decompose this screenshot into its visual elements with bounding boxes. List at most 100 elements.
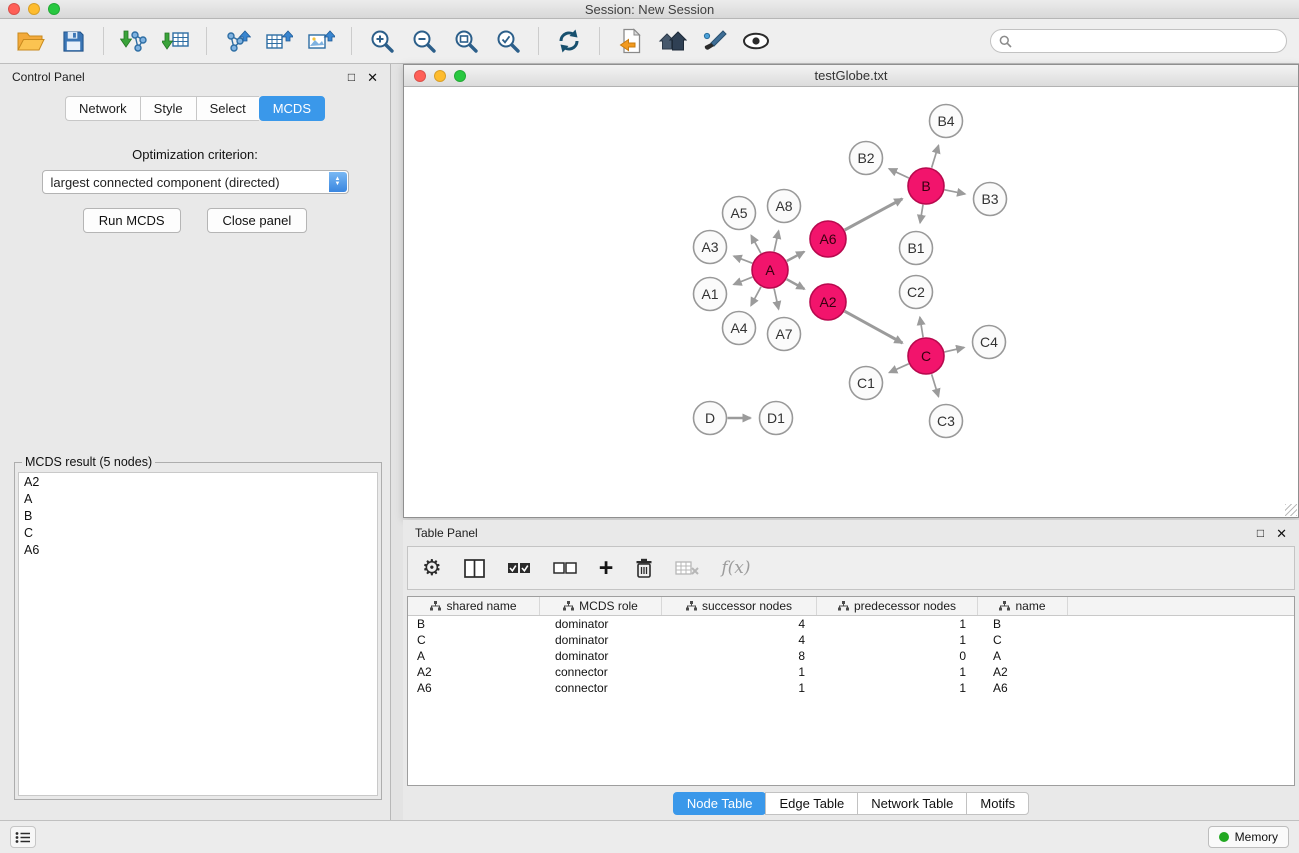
table-cell[interactable]: 4 bbox=[662, 633, 817, 647]
run-mcds-button[interactable]: Run MCDS bbox=[83, 208, 181, 233]
home-button[interactable] bbox=[653, 24, 691, 58]
table-cell[interactable]: connector bbox=[540, 681, 662, 695]
close-window-button[interactable] bbox=[8, 3, 20, 15]
result-item[interactable]: B bbox=[19, 508, 377, 525]
tab-edge-table[interactable]: Edge Table bbox=[765, 792, 858, 815]
zoom-window-button[interactable] bbox=[48, 3, 60, 15]
zoom-network-window-button[interactable] bbox=[454, 70, 466, 82]
table-cell[interactable]: 4 bbox=[662, 617, 817, 631]
criterion-dropdown[interactable]: largest connected component (directed) ▲… bbox=[42, 170, 349, 194]
table-cell[interactable]: dominator bbox=[540, 649, 662, 663]
function-builder-button[interactable]: f(x) bbox=[721, 553, 750, 583]
zoom-fit-button[interactable] bbox=[447, 24, 485, 58]
column-header-MCDS-role[interactable]: MCDS role bbox=[540, 597, 662, 615]
show-columns-button[interactable] bbox=[464, 553, 485, 583]
column-header-predecessor-nodes[interactable]: predecessor nodes bbox=[817, 597, 978, 615]
table-cell[interactable]: 1 bbox=[817, 617, 978, 631]
open-session-file-button[interactable] bbox=[611, 24, 649, 58]
minimize-window-button[interactable] bbox=[28, 3, 40, 15]
save-session-button[interactable] bbox=[54, 24, 92, 58]
graph-edge-A-A3[interactable] bbox=[734, 256, 753, 263]
tab-network-table[interactable]: Network Table bbox=[857, 792, 967, 815]
tab-mcds[interactable]: MCDS bbox=[259, 96, 325, 121]
close-panel-button[interactable]: Close panel bbox=[207, 208, 308, 233]
table-cell[interactable]: A6 bbox=[978, 681, 1068, 695]
table-row[interactable]: Cdominator41C bbox=[408, 632, 1294, 648]
open-file-button[interactable] bbox=[12, 24, 50, 58]
table-cell[interactable]: dominator bbox=[540, 617, 662, 631]
table-cell[interactable]: 1 bbox=[662, 681, 817, 695]
result-item[interactable]: A2 bbox=[19, 474, 377, 491]
table-cell[interactable]: 8 bbox=[662, 649, 817, 663]
result-item[interactable]: A bbox=[19, 491, 377, 508]
zoom-out-button[interactable] bbox=[405, 24, 443, 58]
graph-edge-C-C2[interactable] bbox=[920, 317, 923, 337]
style-preview-button[interactable] bbox=[695, 24, 733, 58]
show-hide-button[interactable] bbox=[737, 24, 775, 58]
graph-edge-A-A5[interactable] bbox=[751, 235, 761, 253]
close-table-panel-icon[interactable]: ✕ bbox=[1276, 527, 1287, 540]
result-item[interactable]: A6 bbox=[19, 542, 377, 559]
graph-edge-A2-C[interactable] bbox=[845, 311, 903, 343]
memory-button[interactable]: Memory bbox=[1208, 826, 1289, 848]
zoom-in-button[interactable] bbox=[363, 24, 401, 58]
minimize-network-window-button[interactable] bbox=[434, 70, 446, 82]
float-table-panel-icon[interactable]: □ bbox=[1257, 527, 1264, 540]
delete-table-button[interactable] bbox=[675, 553, 699, 583]
column-header-successor-nodes[interactable]: successor nodes bbox=[662, 597, 817, 615]
graph-edge-B-B4[interactable] bbox=[932, 145, 939, 167]
table-settings-button[interactable]: ⚙ bbox=[422, 553, 442, 583]
graph-edge-A6-B[interactable] bbox=[845, 199, 903, 230]
graph-edge-C-C3[interactable] bbox=[932, 374, 939, 396]
tab-network[interactable]: Network bbox=[65, 96, 140, 121]
tab-select[interactable]: Select bbox=[196, 96, 259, 121]
table-cell[interactable]: A2 bbox=[408, 665, 540, 679]
table-row[interactable]: A2connector11A2 bbox=[408, 664, 1294, 680]
import-table-button[interactable] bbox=[157, 24, 195, 58]
column-header-name[interactable]: name bbox=[978, 597, 1068, 615]
tab-node-table[interactable]: Node Table bbox=[673, 792, 767, 815]
tab-motifs[interactable]: Motifs bbox=[966, 792, 1029, 815]
table-row[interactable]: A6connector11A6 bbox=[408, 680, 1294, 696]
zoom-selected-button[interactable] bbox=[489, 24, 527, 58]
float-panel-icon[interactable]: □ bbox=[348, 71, 355, 84]
delete-column-button[interactable] bbox=[635, 553, 653, 583]
table-cell[interactable]: A bbox=[978, 649, 1068, 663]
table-cell[interactable]: B bbox=[408, 617, 540, 631]
close-network-window-button[interactable] bbox=[414, 70, 426, 82]
tab-style[interactable]: Style bbox=[140, 96, 196, 121]
table-cell[interactable]: 1 bbox=[817, 665, 978, 679]
graph-edge-A-A4[interactable] bbox=[751, 287, 761, 306]
select-all-columns-button[interactable] bbox=[507, 553, 531, 583]
table-cell[interactable]: C bbox=[978, 633, 1068, 647]
graph-edge-A-A1[interactable] bbox=[734, 277, 753, 284]
column-header-shared-name[interactable]: shared name bbox=[408, 597, 540, 615]
graph-edge-A-A8[interactable] bbox=[774, 231, 779, 252]
network-canvas[interactable]: B4B2BB3A5A8A6A3B1AC2A1A2A4A7C4CC1DD1C3 bbox=[404, 87, 1298, 517]
table-cell[interactable]: C bbox=[408, 633, 540, 647]
graph-edge-B-B3[interactable] bbox=[945, 190, 965, 194]
graph-edge-C-C1[interactable] bbox=[889, 364, 908, 373]
refresh-layout-button[interactable] bbox=[550, 24, 588, 58]
graph-edge-C-C4[interactable] bbox=[945, 348, 965, 352]
table-row[interactable]: Adominator80A bbox=[408, 648, 1294, 664]
table-row[interactable]: Bdominator41B bbox=[408, 616, 1294, 632]
graph-edge-A-A2[interactable] bbox=[787, 279, 805, 289]
export-image-button[interactable] bbox=[302, 24, 340, 58]
unselect-all-columns-button[interactable] bbox=[553, 553, 577, 583]
graph-edge-B-B1[interactable] bbox=[920, 205, 923, 223]
table-cell[interactable]: A6 bbox=[408, 681, 540, 695]
graph-edge-A-A7[interactable] bbox=[774, 289, 779, 310]
table-cell[interactable]: 1 bbox=[817, 633, 978, 647]
export-table-button[interactable] bbox=[260, 24, 298, 58]
result-item[interactable]: C bbox=[19, 525, 377, 542]
table-cell[interactable]: dominator bbox=[540, 633, 662, 647]
table-cell[interactable]: 1 bbox=[817, 681, 978, 695]
graph-edge-B-B2[interactable] bbox=[889, 169, 909, 178]
create-column-button[interactable]: + bbox=[599, 553, 614, 583]
table-cell[interactable]: 1 bbox=[662, 665, 817, 679]
table-cell[interactable]: connector bbox=[540, 665, 662, 679]
window-resize-grip[interactable] bbox=[1285, 504, 1297, 516]
close-panel-icon[interactable]: ✕ bbox=[367, 71, 378, 84]
graph-edge-A-A6[interactable] bbox=[787, 252, 804, 261]
